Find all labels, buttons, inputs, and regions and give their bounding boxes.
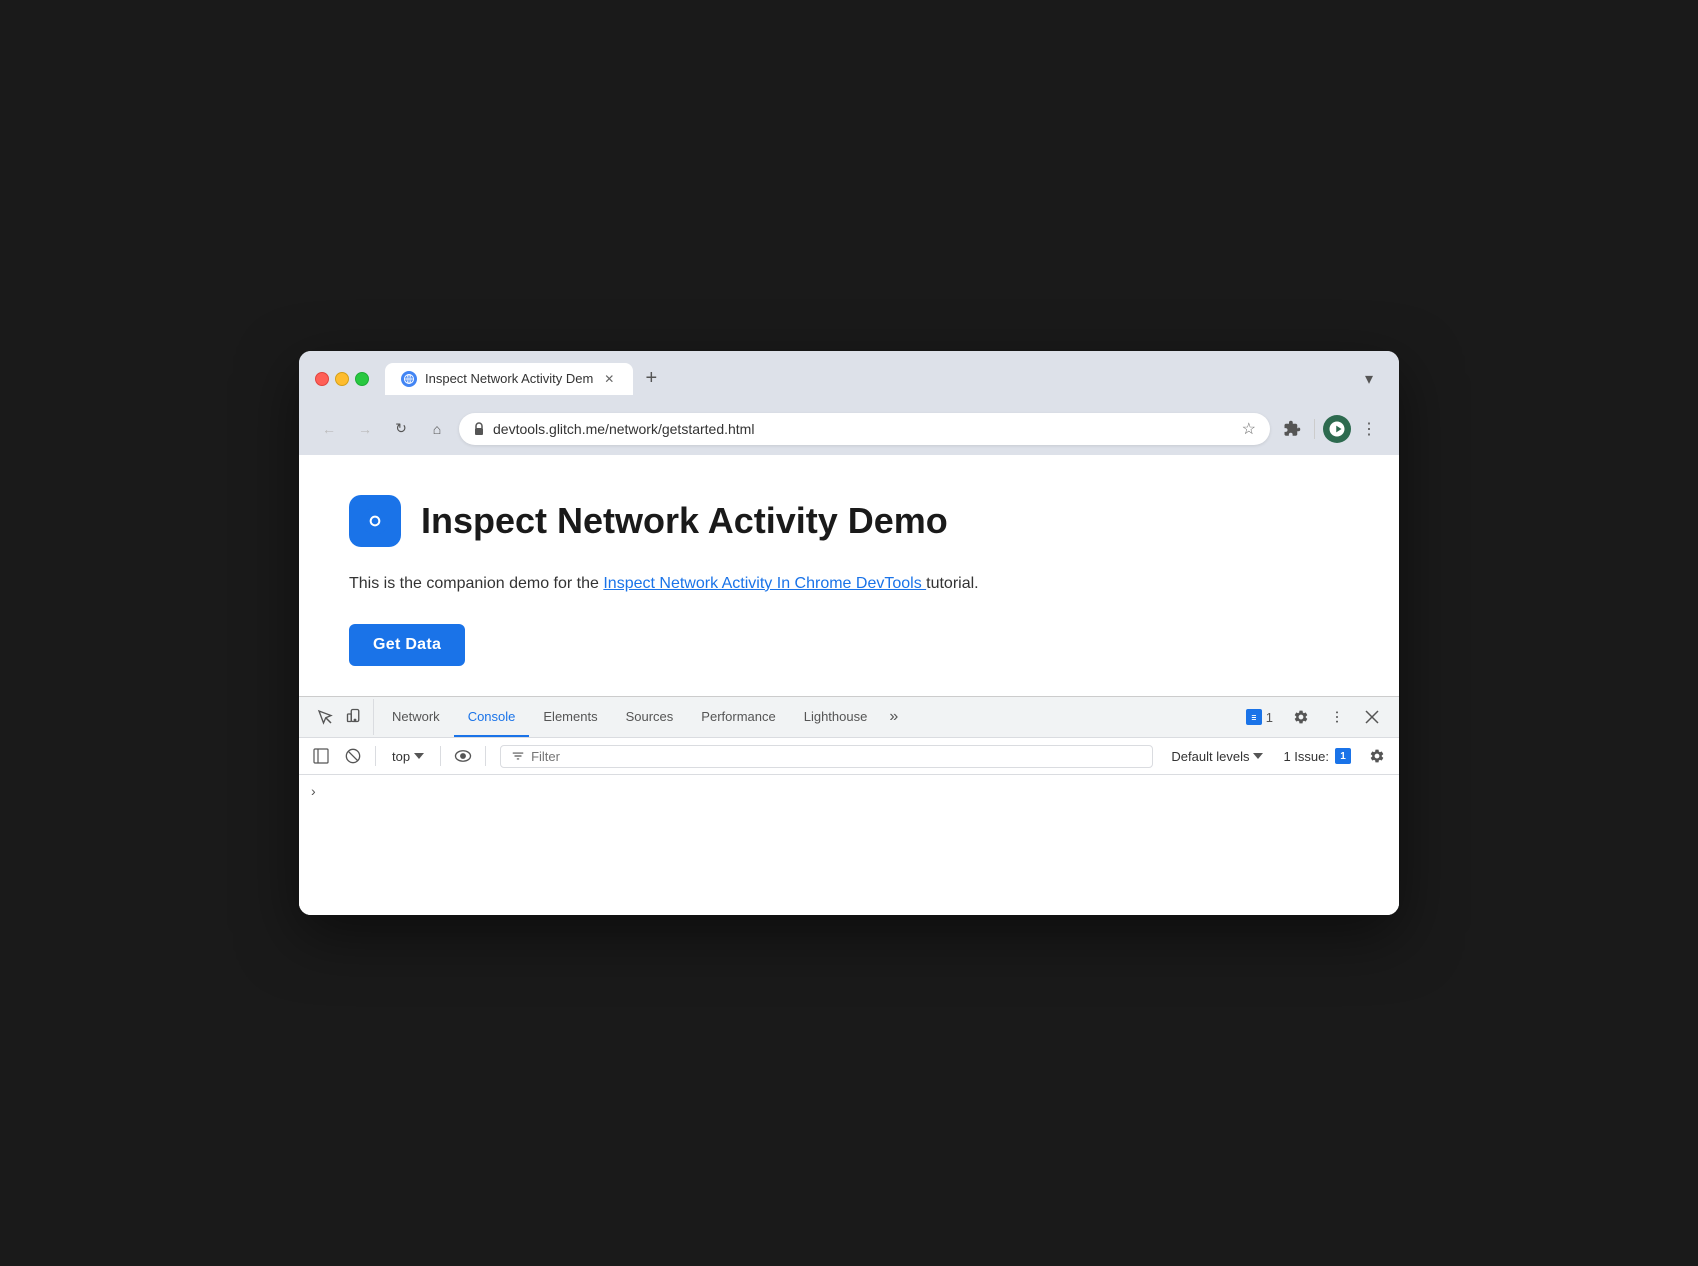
devtools-more-menu-button[interactable] <box>1321 705 1353 729</box>
browser-window: Inspect Network Activity Dem ✕ + ▾ ← → ↻… <box>299 351 1399 916</box>
console-sidebar-button[interactable] <box>307 742 335 770</box>
clear-console-button[interactable] <box>339 742 367 770</box>
devtools-link[interactable]: Inspect Network Activity In Chrome DevTo… <box>603 575 926 592</box>
description-after: tutorial. <box>926 575 978 592</box>
live-expressions-button[interactable] <box>449 742 477 770</box>
nav-bar: ← → ↻ ⌂ devtools.glitch.me/network/getst… <box>299 405 1399 455</box>
extensions-button[interactable] <box>1278 415 1306 443</box>
nav-divider <box>1314 419 1315 439</box>
context-selector[interactable]: top <box>384 746 432 767</box>
url-text: devtools.glitch.me/network/getstarted.ht… <box>493 421 1234 437</box>
filter-input[interactable] <box>531 749 1142 764</box>
console-settings-button[interactable] <box>1363 742 1391 770</box>
tab-performance[interactable]: Performance <box>687 697 789 737</box>
traffic-lights <box>315 372 369 386</box>
more-tabs-button[interactable]: » <box>881 697 906 737</box>
issues-button[interactable]: ≡ 1 <box>1238 705 1281 729</box>
get-data-button[interactable]: Get Data <box>349 624 465 666</box>
tab-network[interactable]: Network <box>378 697 454 737</box>
svg-text:≡: ≡ <box>1251 713 1256 722</box>
new-tab-button[interactable]: + <box>637 365 665 393</box>
issues-count: 1 <box>1266 710 1273 725</box>
tab-elements[interactable]: Elements <box>529 697 611 737</box>
tab-favicon <box>401 371 417 387</box>
devtools-toolbar: Network Console Elements Sources Perform… <box>299 697 1399 738</box>
inspect-element-icon[interactable] <box>311 703 339 731</box>
title-bar: Inspect Network Activity Dem ✕ + ▾ <box>299 351 1399 405</box>
devtools-panel: Network Console Elements Sources Perform… <box>299 696 1399 915</box>
chrome-menu-button[interactable]: ⋮ <box>1355 415 1383 443</box>
default-levels-label: Default levels <box>1171 749 1249 764</box>
minimize-button[interactable] <box>335 372 349 386</box>
lock-icon <box>473 422 485 436</box>
console-content: › <box>299 775 1399 915</box>
tab-sources[interactable]: Sources <box>612 697 688 737</box>
tab-console[interactable]: Console <box>454 697 530 737</box>
page-title: Inspect Network Activity Demo <box>421 500 948 542</box>
page-content: Inspect Network Activity Demo This is th… <box>299 455 1399 697</box>
tabs-dropdown-button[interactable]: ▾ <box>1355 365 1383 393</box>
devtools-close-button[interactable] <box>1357 706 1387 728</box>
console-divider-2 <box>440 746 441 766</box>
console-issues-badge: 1 <box>1335 748 1351 764</box>
page-description: This is the companion demo for the Inspe… <box>349 571 1349 597</box>
tab-bar: Inspect Network Activity Dem ✕ + ▾ <box>385 363 1383 395</box>
close-button[interactable] <box>315 372 329 386</box>
console-toolbar: top Default levels 1 Issue: 1 <box>299 738 1399 775</box>
tab-close-button[interactable]: ✕ <box>601 371 617 387</box>
tab-title: Inspect Network Activity Dem <box>425 371 593 386</box>
tab-lighthouse[interactable]: Lighthouse <box>790 697 882 737</box>
console-divider-3 <box>485 746 486 766</box>
active-tab[interactable]: Inspect Network Activity Dem ✕ <box>385 363 633 395</box>
devtools-tool-icons <box>307 699 374 735</box>
address-bar[interactable]: devtools.glitch.me/network/getstarted.ht… <box>459 413 1270 445</box>
description-before: This is the companion demo for the <box>349 575 603 592</box>
forward-button[interactable]: → <box>351 415 379 443</box>
console-chevron[interactable]: › <box>307 781 320 801</box>
profile-button[interactable] <box>1323 415 1351 443</box>
issues-badge: ≡ <box>1246 709 1262 725</box>
back-button[interactable]: ← <box>315 415 343 443</box>
default-levels-selector[interactable]: Default levels <box>1163 746 1271 767</box>
issues-info: 1 Issue: 1 <box>1275 745 1359 767</box>
maximize-button[interactable] <box>355 372 369 386</box>
filter-area[interactable] <box>500 745 1153 768</box>
bookmark-icon[interactable]: ☆ <box>1242 419 1256 439</box>
issues-text: 1 Issue: <box>1283 749 1329 764</box>
devtools-settings-button[interactable] <box>1285 705 1317 729</box>
console-issues-count: 1 <box>1340 751 1346 762</box>
page-icon <box>349 495 401 547</box>
devtools-right-icons: ≡ 1 <box>1234 705 1391 729</box>
home-button[interactable]: ⌂ <box>423 415 451 443</box>
reload-button[interactable]: ↻ <box>387 415 415 443</box>
device-toggle-icon[interactable] <box>341 703 369 731</box>
nav-icons: ⋮ <box>1278 415 1383 443</box>
page-header: Inspect Network Activity Demo <box>349 495 1349 547</box>
context-label: top <box>392 749 410 764</box>
devtools-tabs: Network Console Elements Sources Perform… <box>378 697 1234 737</box>
console-divider <box>375 746 376 766</box>
